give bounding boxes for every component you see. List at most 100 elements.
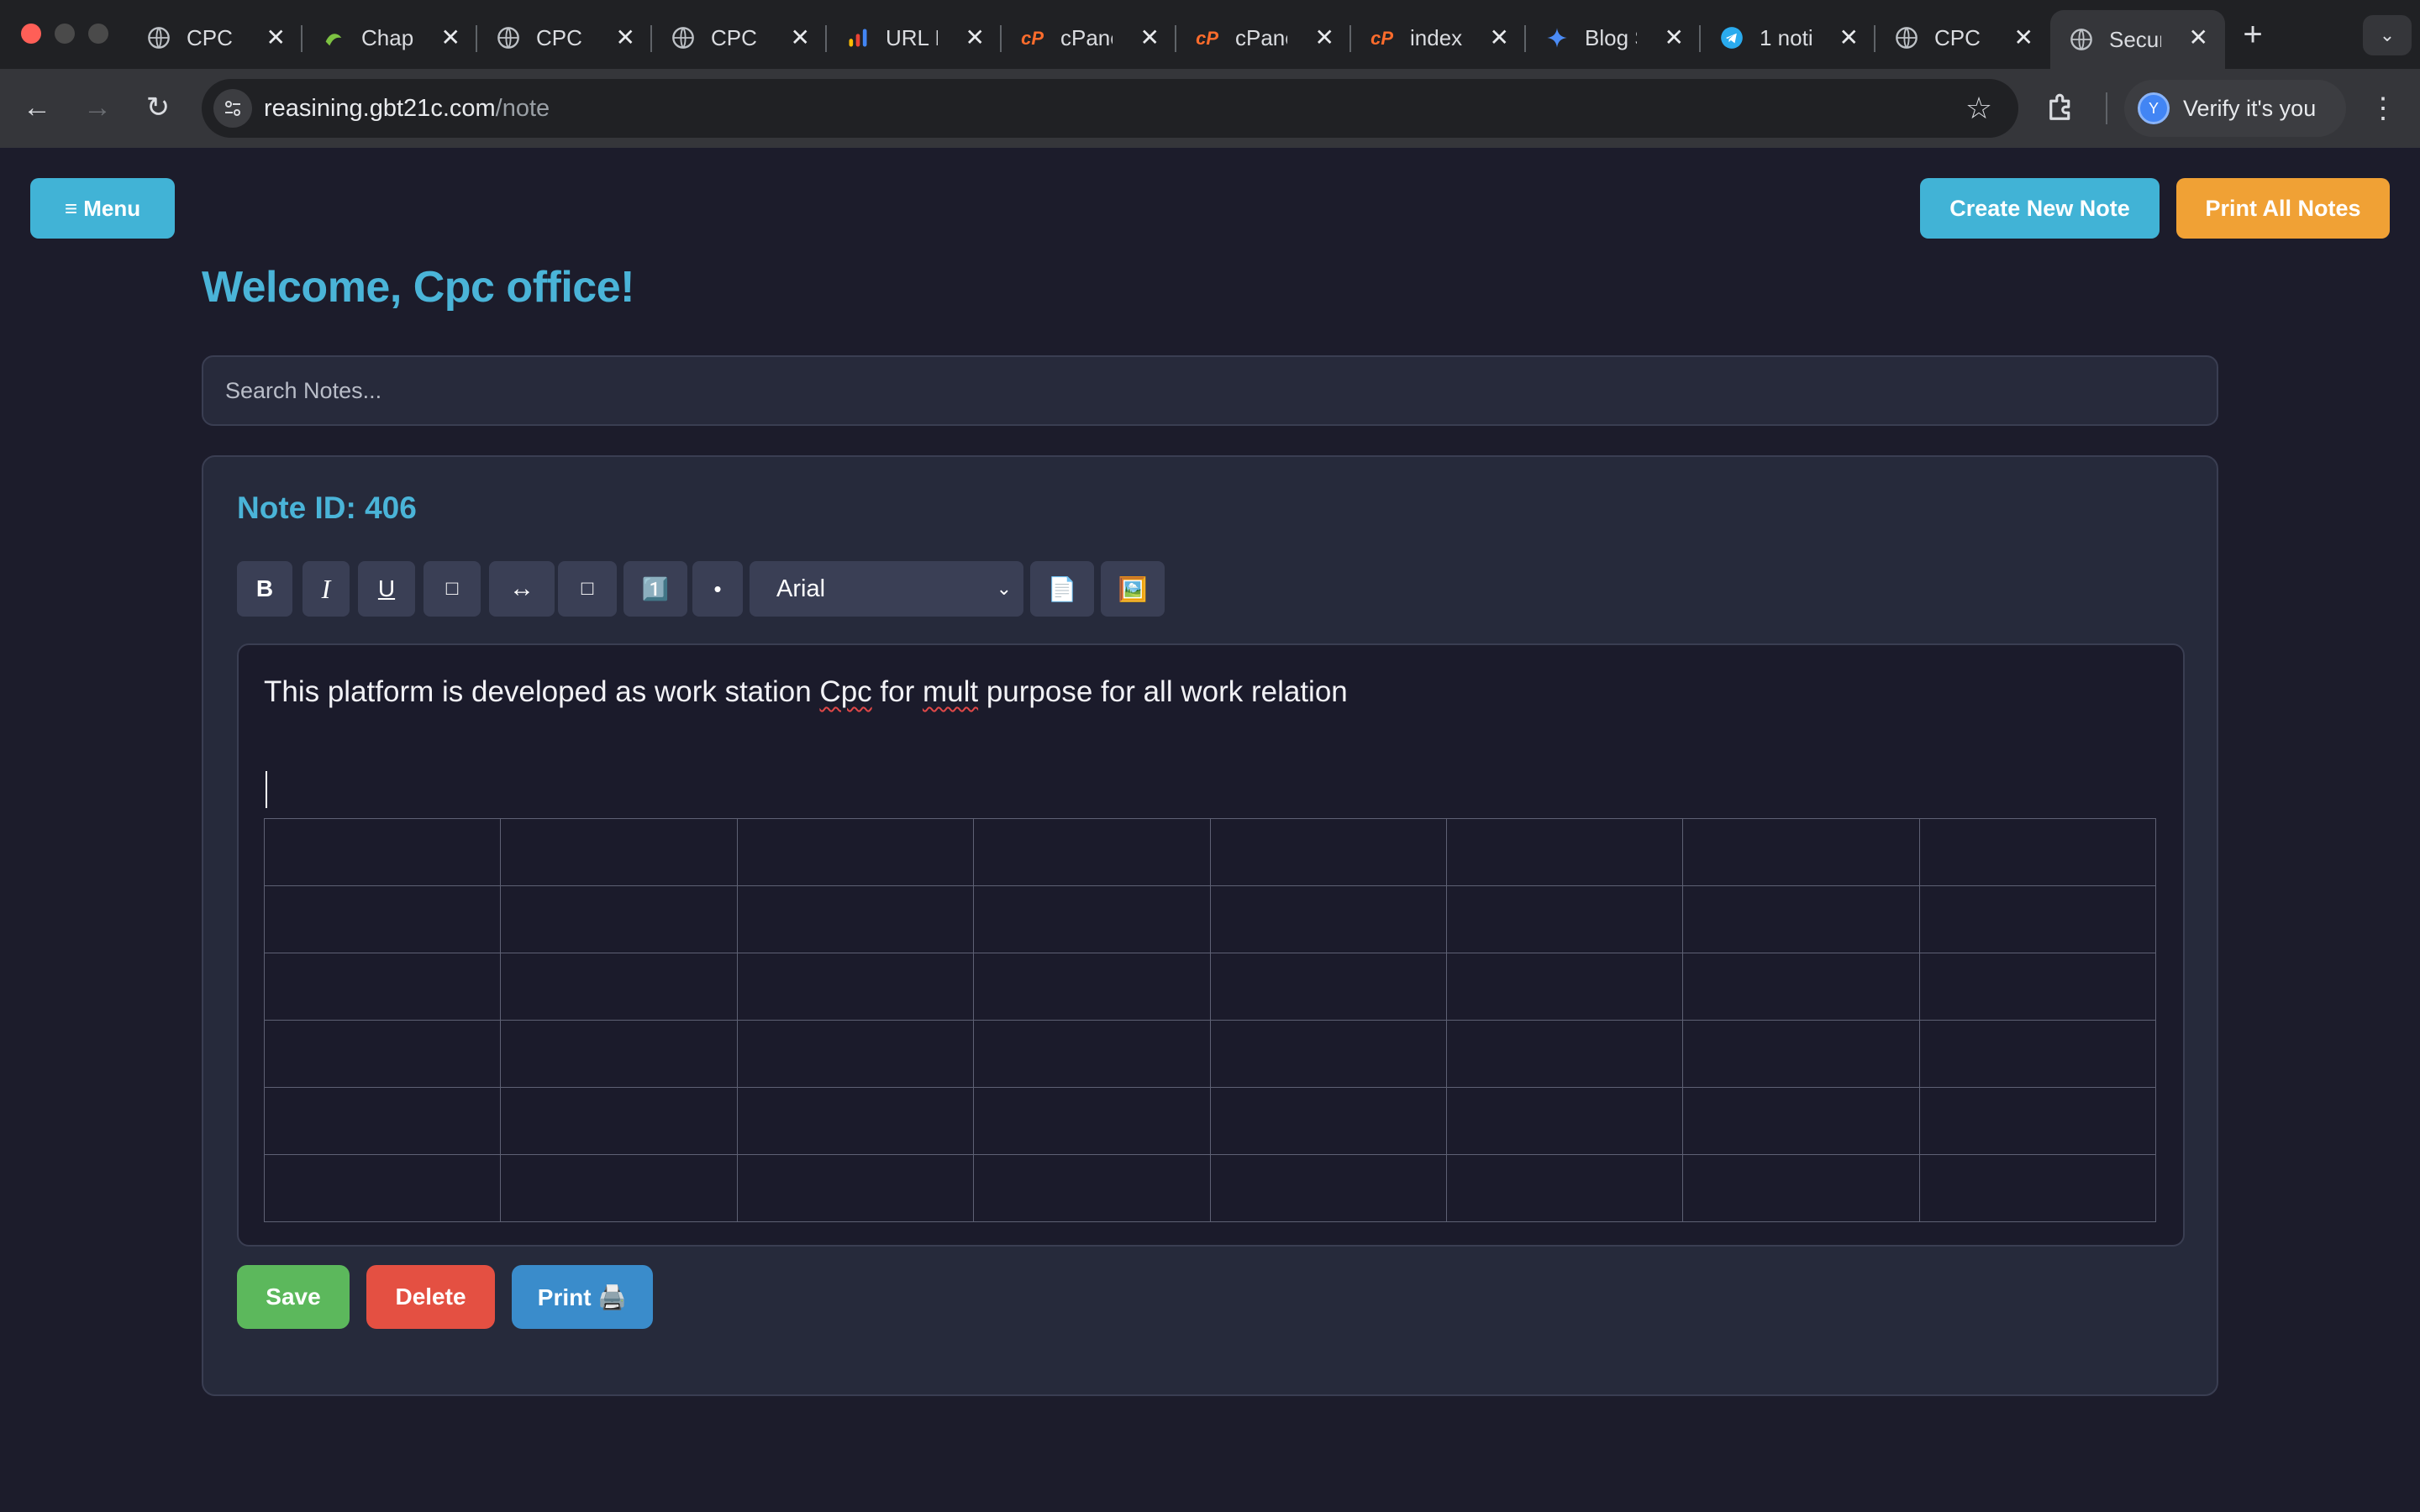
new-tab-button[interactable]: + xyxy=(2232,13,2274,55)
align-center-button[interactable]: ↔ xyxy=(489,561,555,617)
tab-close-icon[interactable]: ✕ xyxy=(965,25,985,50)
table-cell[interactable] xyxy=(1209,1154,1447,1222)
browser-tab[interactable]: 1 notif ✕ xyxy=(1701,10,1876,66)
table-cell[interactable] xyxy=(500,885,738,953)
browser-tab[interactable]: CPC P ✕ xyxy=(477,10,652,66)
numbered-list-button[interactable]: 1️⃣ xyxy=(623,561,687,617)
note-table[interactable] xyxy=(263,818,2157,1222)
table-cell[interactable] xyxy=(1918,885,2157,953)
italic-button[interactable]: I xyxy=(302,561,350,617)
back-button[interactable]: ← xyxy=(17,87,57,128)
tab-search-button[interactable]: ⌄ xyxy=(2363,15,2412,55)
table-cell[interactable] xyxy=(973,953,1211,1021)
table-cell[interactable] xyxy=(973,1087,1211,1155)
print-all-notes-button[interactable]: Print All Notes xyxy=(2176,178,2390,239)
table-cell[interactable] xyxy=(736,1154,975,1222)
browser-menu-kebab-icon[interactable]: ⋮ xyxy=(2366,87,2400,129)
browser-tab[interactable]: CPC T ✕ xyxy=(1876,10,2050,66)
tab-close-icon[interactable]: ✕ xyxy=(791,25,810,50)
table-cell[interactable] xyxy=(1918,1020,2157,1088)
table-cell[interactable] xyxy=(1682,1020,1920,1088)
note-editor[interactable]: This platform is developed as work stati… xyxy=(237,643,2185,1247)
table-cell[interactable] xyxy=(263,1154,502,1222)
table-cell[interactable] xyxy=(263,953,502,1021)
table-cell[interactable] xyxy=(1918,818,2157,886)
browser-tab[interactable]: CPC S ✕ xyxy=(652,10,827,66)
table-cell[interactable] xyxy=(1682,1154,1920,1222)
table-cell[interactable] xyxy=(1445,953,1684,1021)
table-cell[interactable] xyxy=(1918,1087,2157,1155)
table-cell[interactable] xyxy=(1445,1087,1684,1155)
font-family-select[interactable]: Arial ⌄ xyxy=(750,561,1023,617)
table-cell[interactable] xyxy=(1445,885,1684,953)
table-cell[interactable] xyxy=(1445,818,1684,886)
table-cell[interactable] xyxy=(1209,1087,1447,1155)
table-cell[interactable] xyxy=(736,1087,975,1155)
browser-tab[interactable]: URL In ✕ xyxy=(827,10,1002,66)
window-close-button[interactable] xyxy=(21,24,41,44)
profile-verify-button[interactable]: Y Verify it's you xyxy=(2124,80,2346,137)
table-cell[interactable] xyxy=(263,818,502,886)
table-cell[interactable] xyxy=(1209,818,1447,886)
tab-close-icon[interactable]: ✕ xyxy=(1140,25,1160,50)
table-cell[interactable] xyxy=(736,1020,975,1088)
underline-button[interactable]: U xyxy=(358,561,415,617)
bold-button[interactable]: B xyxy=(237,561,292,617)
menu-button[interactable]: ≡ Menu xyxy=(30,178,175,239)
window-zoom-button[interactable] xyxy=(88,24,108,44)
tab-close-icon[interactable]: ✕ xyxy=(266,25,286,50)
table-cell[interactable] xyxy=(1682,818,1920,886)
browser-tab[interactable]: Blog S ✕ xyxy=(1526,10,1701,66)
table-cell[interactable] xyxy=(973,1154,1211,1222)
table-cell[interactable] xyxy=(500,1087,738,1155)
tab-close-icon[interactable]: ✕ xyxy=(2189,25,2208,50)
table-cell[interactable] xyxy=(736,885,975,953)
table-cell[interactable] xyxy=(1445,1020,1684,1088)
table-cell[interactable] xyxy=(1445,1154,1684,1222)
table-cell[interactable] xyxy=(736,953,975,1021)
bookmark-star-icon[interactable]: ☆ xyxy=(1963,92,1995,124)
table-cell[interactable] xyxy=(263,885,502,953)
extensions-puzzle-icon[interactable] xyxy=(2044,91,2079,126)
tab-close-icon[interactable]: ✕ xyxy=(1839,25,1859,50)
tab-close-icon[interactable]: ✕ xyxy=(441,25,460,50)
tab-close-icon[interactable]: ✕ xyxy=(1315,25,1334,50)
browser-tab[interactable]: Secur ✕ xyxy=(2050,10,2225,69)
forward-button[interactable]: → xyxy=(77,87,118,128)
table-cell[interactable] xyxy=(500,1020,738,1088)
table-cell[interactable] xyxy=(500,1154,738,1222)
create-new-note-button[interactable]: Create New Note xyxy=(1920,178,2160,239)
save-button[interactable]: Save xyxy=(237,1265,350,1329)
browser-tab[interactable]: CPC S ✕ xyxy=(128,10,302,66)
table-cell[interactable] xyxy=(1918,1154,2157,1222)
table-cell[interactable] xyxy=(263,1020,502,1088)
align-right-button[interactable]: □ xyxy=(558,561,617,617)
browser-tab[interactable]: cP cPane ✕ xyxy=(1002,10,1176,66)
table-cell[interactable] xyxy=(736,818,975,886)
insert-file-button[interactable]: 📄 xyxy=(1030,561,1094,617)
table-cell[interactable] xyxy=(973,885,1211,953)
site-settings-icon[interactable] xyxy=(213,89,252,128)
table-cell[interactable] xyxy=(1682,885,1920,953)
address-bar[interactable]: reasining.gbt21c.com/note ☆ xyxy=(202,79,2018,138)
browser-tab[interactable]: Chapa ✕ xyxy=(302,10,477,66)
table-cell[interactable] xyxy=(1918,953,2157,1021)
table-cell[interactable] xyxy=(263,1087,502,1155)
table-cell[interactable] xyxy=(1209,1020,1447,1088)
table-cell[interactable] xyxy=(973,1020,1211,1088)
insert-image-button[interactable]: 🖼️ xyxy=(1101,561,1165,617)
search-notes-input[interactable]: Search Notes... xyxy=(202,355,2218,426)
table-cell[interactable] xyxy=(1682,953,1920,1021)
table-cell[interactable] xyxy=(1209,885,1447,953)
table-cell[interactable] xyxy=(500,818,738,886)
table-cell[interactable] xyxy=(500,953,738,1021)
table-cell[interactable] xyxy=(973,818,1211,886)
tab-close-icon[interactable]: ✕ xyxy=(2014,25,2033,50)
table-cell[interactable] xyxy=(1209,953,1447,1021)
align-left-button[interactable]: □ xyxy=(424,561,481,617)
tab-close-icon[interactable]: ✕ xyxy=(1490,25,1509,50)
table-cell[interactable] xyxy=(1682,1087,1920,1155)
print-button[interactable]: Print 🖨️ xyxy=(512,1265,653,1329)
tab-close-icon[interactable]: ✕ xyxy=(1665,25,1684,50)
tab-close-icon[interactable]: ✕ xyxy=(616,25,635,50)
